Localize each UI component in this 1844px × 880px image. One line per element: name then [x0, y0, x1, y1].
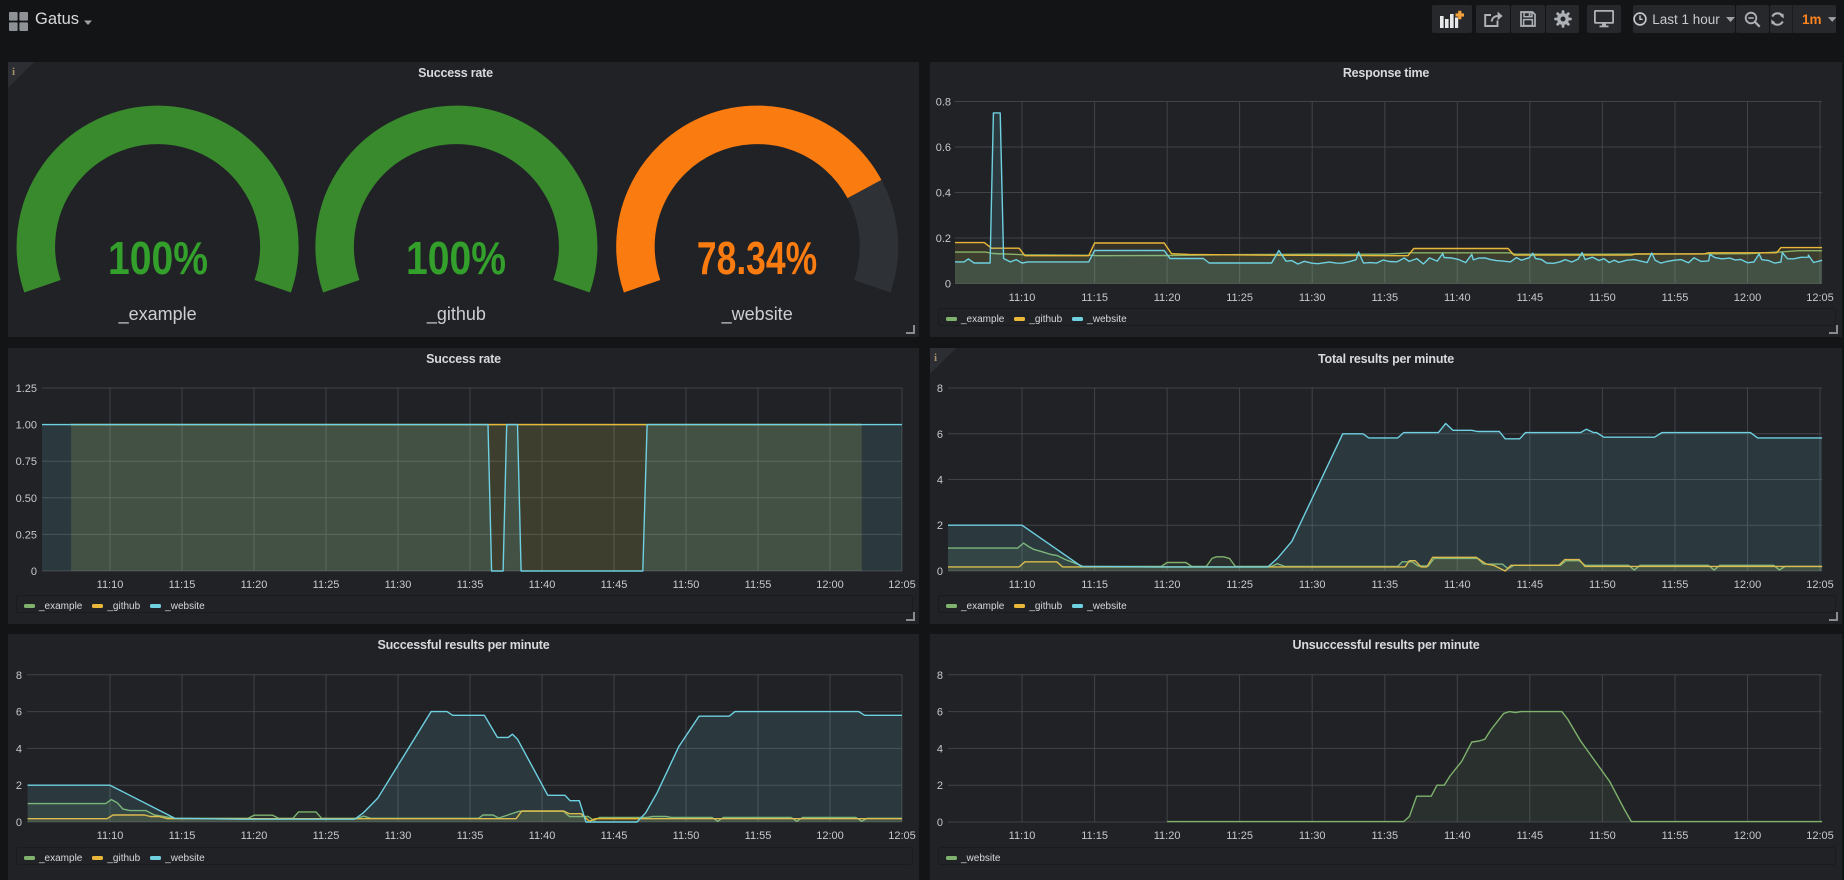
svg-text:11:35: 11:35 [457, 579, 484, 591]
svg-text:1.00: 1.00 [16, 420, 37, 432]
svg-text:11:40: 11:40 [529, 830, 556, 842]
svg-text:11:40: 11:40 [1444, 292, 1471, 304]
svg-text:11:50: 11:50 [1589, 579, 1616, 591]
svg-text:8: 8 [937, 670, 943, 682]
svg-text:0: 0 [945, 279, 951, 291]
svg-text:11:25: 11:25 [313, 830, 340, 842]
svg-text:6: 6 [937, 429, 943, 441]
svg-text:11:45: 11:45 [1516, 292, 1543, 304]
svg-text:12:00: 12:00 [1734, 292, 1762, 304]
svg-text:0.6: 0.6 [936, 142, 951, 154]
svg-text:11:55: 11:55 [745, 830, 772, 842]
svg-text:11:35: 11:35 [1371, 830, 1398, 842]
svg-text:11:45: 11:45 [1516, 830, 1543, 842]
svg-text:0: 0 [16, 817, 22, 829]
svg-text:0.50: 0.50 [16, 493, 37, 505]
svg-text:0: 0 [31, 566, 37, 578]
svg-text:1.25: 1.25 [16, 383, 37, 395]
svg-text:11:15: 11:15 [1081, 579, 1108, 591]
svg-text:11:40: 11:40 [1444, 579, 1471, 591]
svg-text:11:10: 11:10 [1009, 292, 1036, 304]
svg-text:11:55: 11:55 [745, 579, 772, 591]
svg-text:0: 0 [937, 566, 943, 578]
svg-text:0.75: 0.75 [16, 456, 37, 468]
svg-text:11:30: 11:30 [1299, 292, 1326, 304]
svg-text:0.4: 0.4 [936, 188, 951, 200]
svg-text:11:40: 11:40 [529, 579, 556, 591]
svg-text:11:30: 11:30 [385, 579, 412, 591]
svg-text:11:45: 11:45 [1516, 579, 1543, 591]
svg-text:11:30: 11:30 [385, 830, 412, 842]
svg-text:12:00: 12:00 [1734, 830, 1762, 842]
svg-text:11:50: 11:50 [673, 579, 700, 591]
svg-text:11:15: 11:15 [1081, 830, 1108, 842]
svg-text:8: 8 [937, 383, 943, 395]
svg-text:11:10: 11:10 [97, 830, 124, 842]
svg-text:11:10: 11:10 [1009, 579, 1036, 591]
svg-text:11:35: 11:35 [457, 830, 484, 842]
svg-text:2: 2 [16, 780, 22, 792]
svg-text:11:30: 11:30 [1299, 830, 1326, 842]
svg-text:12:00: 12:00 [1734, 579, 1762, 591]
svg-text:11:50: 11:50 [1589, 292, 1616, 304]
svg-text:11:50: 11:50 [1589, 830, 1616, 842]
svg-text:11:15: 11:15 [169, 830, 196, 842]
svg-text:12:00: 12:00 [816, 579, 844, 591]
svg-text:i: i [12, 66, 15, 78]
svg-text:12:05: 12:05 [1806, 292, 1834, 304]
svg-text:11:35: 11:35 [1371, 292, 1398, 304]
svg-text:11:45: 11:45 [601, 579, 628, 591]
svg-text:11:25: 11:25 [1226, 830, 1253, 842]
svg-text:12:00: 12:00 [816, 830, 844, 842]
svg-text:11:40: 11:40 [1444, 830, 1471, 842]
svg-text:11:15: 11:15 [1081, 292, 1108, 304]
svg-text:i: i [934, 352, 937, 364]
svg-text:6: 6 [16, 707, 22, 719]
svg-text:8: 8 [16, 670, 22, 682]
svg-text:11:45: 11:45 [601, 830, 628, 842]
svg-text:2: 2 [937, 780, 943, 792]
svg-text:11:30: 11:30 [1299, 579, 1326, 591]
svg-text:11:55: 11:55 [1662, 830, 1689, 842]
svg-text:11:20: 11:20 [1154, 292, 1181, 304]
svg-text:12:05: 12:05 [888, 830, 916, 842]
svg-text:0.2: 0.2 [936, 233, 951, 245]
svg-text:11:25: 11:25 [313, 579, 340, 591]
svg-text:11:20: 11:20 [1154, 830, 1181, 842]
svg-text:11:20: 11:20 [1154, 579, 1181, 591]
svg-text:11:20: 11:20 [241, 579, 268, 591]
svg-text:11:55: 11:55 [1662, 292, 1689, 304]
svg-text:12:05: 12:05 [888, 579, 916, 591]
svg-text:11:55: 11:55 [1662, 579, 1689, 591]
svg-text:11:15: 11:15 [169, 579, 196, 591]
svg-text:4: 4 [937, 475, 943, 487]
svg-text:11:35: 11:35 [1371, 579, 1398, 591]
svg-text:2: 2 [937, 520, 943, 532]
svg-text:11:10: 11:10 [1009, 830, 1036, 842]
svg-text:0.25: 0.25 [16, 529, 37, 541]
svg-text:0.8: 0.8 [936, 97, 951, 109]
svg-text:11:10: 11:10 [97, 579, 124, 591]
svg-text:11:50: 11:50 [673, 830, 700, 842]
svg-text:0: 0 [937, 817, 943, 829]
svg-text:4: 4 [937, 743, 943, 755]
svg-text:11:25: 11:25 [1226, 292, 1253, 304]
svg-text:12:05: 12:05 [1806, 830, 1834, 842]
svg-text:11:20: 11:20 [241, 830, 268, 842]
svg-text:4: 4 [16, 743, 22, 755]
svg-text:12:05: 12:05 [1806, 579, 1834, 591]
svg-text:11:25: 11:25 [1226, 579, 1253, 591]
svg-text:6: 6 [937, 707, 943, 719]
